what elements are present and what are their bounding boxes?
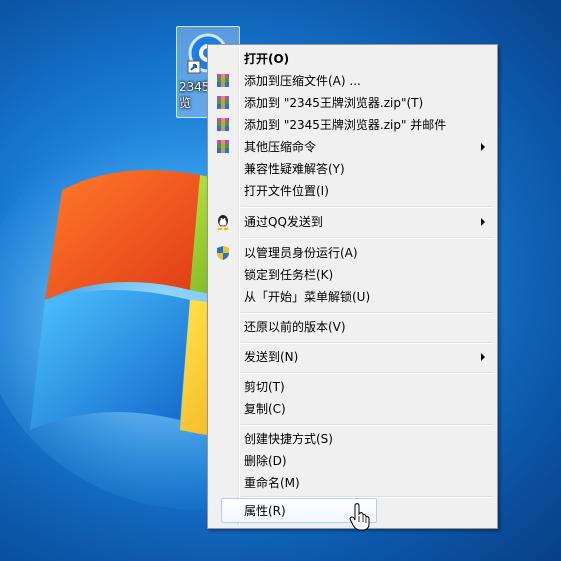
menu-item-label: 发送到(N) — [244, 350, 299, 364]
menu-item-label: 添加到压缩文件(A) ... — [244, 74, 361, 88]
uac-shield-icon — [217, 246, 229, 260]
menu-item-open-file-location[interactable]: 打开文件位置(I) — [210, 180, 495, 202]
menu-item-delete[interactable]: 删除(D) — [210, 450, 495, 472]
menu-item-send-via-qq[interactable]: 通过QQ发送到 — [210, 211, 495, 233]
menu-item-label: 其他压缩命令 — [244, 140, 317, 154]
menu-item-add-to-zip-and-email[interactable]: 添加到 "2345王牌浏览器.zip" 并邮件 — [210, 114, 495, 136]
menu-item-run-as-admin[interactable]: 以管理员身份运行(A) — [210, 242, 495, 264]
winrar-icon — [217, 118, 229, 131]
menu-item-copy[interactable]: 复制(C) — [210, 398, 495, 420]
menu-item-send-to[interactable]: 发送到(N) — [210, 346, 495, 368]
menu-item-label: 添加到 "2345王牌浏览器.zip"(T) — [244, 96, 424, 110]
menu-separator — [241, 342, 494, 344]
submenu-arrow-icon — [481, 218, 485, 226]
menu-item-rename[interactable]: 重命名(M) — [210, 472, 495, 494]
menu-item-restore-previous-versions[interactable]: 还原以前的版本(V) — [210, 316, 495, 338]
menu-item-unpin-from-start-menu[interactable]: 从「开始」菜单解锁(U) — [210, 286, 495, 308]
hand-pointer-cursor-icon — [349, 503, 370, 531]
menu-item-label: 添加到 "2345王牌浏览器.zip" 并邮件 — [244, 118, 447, 132]
menu-item-label: 打开文件位置(I) — [244, 184, 329, 198]
menu-item-open[interactable]: 打开(O) — [210, 48, 495, 70]
menu-separator — [241, 312, 494, 314]
menu-item-add-to-zip[interactable]: 添加到 "2345王牌浏览器.zip"(T) — [210, 92, 495, 114]
menu-item-other-compress-commands[interactable]: 其他压缩命令 — [210, 136, 495, 158]
menu-separator — [241, 424, 494, 426]
menu-separator — [241, 237, 494, 239]
menu-item-label: 删除(D) — [244, 454, 287, 468]
menu-item-pin-to-taskbar[interactable]: 锁定到任务栏(K) — [210, 264, 495, 286]
menu-item-label: 剪切(T) — [244, 380, 285, 394]
menu-item-compatibility-troubleshoot[interactable]: 兼容性疑难解答(Y) — [210, 158, 495, 180]
qq-icon — [217, 215, 229, 230]
menu-item-label: 以管理员身份运行(A) — [244, 246, 358, 260]
menu-item-create-shortcut[interactable]: 创建快捷方式(S) — [210, 428, 495, 450]
menu-item-label: 通过QQ发送到 — [244, 215, 323, 229]
menu-item-label: 属性(R) — [244, 504, 286, 518]
menu-item-label: 兼容性疑难解答(Y) — [244, 162, 345, 176]
winrar-icon — [217, 74, 229, 87]
submenu-arrow-icon — [481, 353, 485, 361]
menu-item-label: 创建快捷方式(S) — [244, 432, 333, 446]
menu-separator — [241, 206, 494, 208]
menu-item-label: 复制(C) — [244, 402, 286, 416]
winrar-icon — [217, 140, 229, 153]
menu-item-add-to-archive[interactable]: 添加到压缩文件(A) ... — [210, 70, 495, 92]
submenu-arrow-icon — [481, 143, 485, 151]
menu-item-label: 还原以前的版本(V) — [244, 320, 346, 334]
context-menu: 打开(O) 添加到压缩文件(A) ... 添加到 "2345王牌浏览器.zip"… — [207, 44, 498, 529]
menu-item-cut[interactable]: 剪切(T) — [210, 376, 495, 398]
menu-item-label: 锁定到任务栏(K) — [244, 268, 334, 282]
menu-item-label: 从「开始」菜单解锁(U) — [244, 290, 371, 304]
menu-item-label: 重命名(M) — [244, 476, 300, 490]
menu-item-label: 打开(O) — [244, 52, 290, 66]
menu-separator — [241, 372, 494, 374]
winrar-icon — [217, 96, 229, 109]
